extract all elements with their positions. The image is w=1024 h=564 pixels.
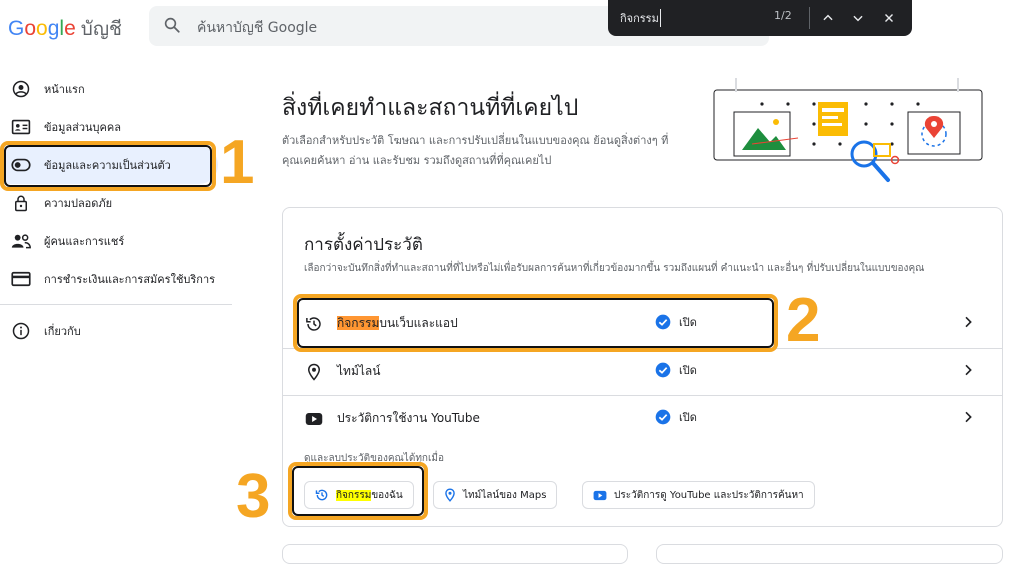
timeline-row[interactable]: ไทม์ไลน์ เปิด — [283, 348, 1002, 395]
find-next-button[interactable] — [848, 8, 868, 28]
sidebar-item-label: ความปลอดภัย — [44, 197, 113, 210]
check-circle-icon — [655, 409, 671, 425]
annotation-number-3: 3 — [236, 462, 271, 531]
status: เปิด — [655, 361, 697, 379]
google-account-logo[interactable]: Google บัญชี — [8, 14, 122, 44]
chevron-right-icon — [960, 409, 976, 429]
youtube-icon — [304, 409, 324, 429]
status: เปิด — [655, 408, 697, 426]
sidebar-divider — [0, 304, 232, 305]
search-placeholder: ค้นหาบัญชี Google — [197, 20, 318, 36]
sidebar-item-payments[interactable]: การชำระเงินและการสมัครใช้บริการ — [0, 260, 232, 298]
find-match-count: 1/2 — [774, 9, 792, 22]
chip-label-text: ประวัติการดู YouTube และประวัติการค้นหา — [614, 489, 804, 501]
account-circle-icon — [11, 79, 31, 99]
location-pin-icon — [445, 488, 455, 502]
row-label: ไทม์ไลน์ — [337, 362, 380, 381]
row-label-text: ไทม์ไลน์ — [337, 364, 381, 378]
next-cards-peek — [282, 544, 1003, 564]
youtube-history-chip[interactable]: ประวัติการดู YouTube และประวัติการค้นหา — [582, 481, 815, 509]
annotation-box-3-inner — [292, 466, 424, 516]
sidebar-item-label: ข้อมูลส่วนบุคคล — [44, 121, 121, 134]
sidebar-item-label: ผู้คนและการแชร์ — [44, 235, 125, 248]
row-label-text: ประวัติการใช้งาน YouTube — [337, 411, 480, 425]
credit-card-icon — [11, 269, 31, 289]
sidebar-item-people-sharing[interactable]: ผู้คนและการแชร์ — [0, 222, 232, 260]
logo-letter: o — [36, 17, 48, 40]
sidebar-item-about[interactable]: เกี่ยวกับ — [0, 312, 232, 350]
chip-label: ประวัติการดู YouTube และประวัติการค้นหา — [614, 488, 804, 503]
row-label: ประวัติการใช้งาน YouTube — [337, 409, 480, 428]
page-title: สิ่งที่เคยทำและสถานที่ที่เคยไป — [282, 95, 579, 121]
chevron-right-icon — [960, 314, 976, 334]
youtube-icon — [593, 490, 607, 500]
location-pin-icon — [304, 362, 324, 382]
info-icon — [11, 321, 31, 341]
search-icon — [163, 16, 181, 38]
sidebar-item-label: การชำระเงินและการสมัครใช้บริการ — [44, 273, 216, 286]
annotation-number-2: 2 — [786, 286, 821, 355]
sidebar-item-label: เกี่ยวกับ — [44, 325, 81, 338]
check-circle-icon — [655, 362, 671, 378]
chevron-up-icon — [823, 14, 833, 21]
sidebar-item-label: หน้าแรก — [44, 83, 85, 96]
maps-timeline-chip[interactable]: ไทม์ไลน์ของ Maps — [433, 481, 558, 509]
annotation-box-2-inner — [297, 298, 774, 348]
next-card — [282, 544, 628, 564]
product-name: บัญชี — [80, 19, 122, 40]
next-card — [656, 544, 1003, 564]
chip-label-text: ไทม์ไลน์ของ Maps — [463, 489, 547, 501]
top-bar: Google บัญชี ค้นหาบัญชี Google กิจกรรม 1… — [0, 0, 1024, 56]
sidebar-nav: หน้าแรก ข้อมูลส่วนบุคคล ข้อมูลและความเป็… — [0, 70, 232, 350]
annotation-number-1: 1 — [220, 128, 255, 197]
youtube-history-row[interactable]: ประวัติการใช้งาน YouTube เปิด — [283, 395, 1002, 442]
id-card-icon — [11, 117, 31, 137]
chevron-right-icon — [960, 362, 976, 382]
page-description: ตัวเลือกสำหรับประวัติ โฆษณา และการปรับเป… — [282, 134, 669, 167]
status-text: เปิด — [679, 364, 697, 377]
card-description: เลือกว่าจะบันทึกสิ่งที่ทำและสถานที่ที่ไป… — [304, 263, 925, 274]
find-close-button[interactable] — [879, 8, 899, 28]
status-text: เปิด — [679, 411, 697, 424]
annotation-box-1-inner — [4, 145, 212, 187]
history-illustration — [712, 78, 984, 186]
logo-letter: g — [47, 17, 60, 40]
chevron-down-icon — [853, 15, 863, 22]
sidebar-item-home[interactable]: หน้าแรก — [0, 70, 232, 108]
logo-letter: o — [24, 17, 37, 40]
logo-letter: G — [8, 17, 25, 40]
find-divider — [809, 7, 810, 29]
logo-letter: e — [64, 17, 76, 40]
find-in-page-bar: กิจกรรม 1/2 — [608, 0, 912, 36]
people-icon — [11, 231, 31, 251]
close-icon — [885, 14, 893, 22]
logo-wordmark: Google — [8, 17, 76, 41]
lock-icon — [11, 193, 31, 213]
chip-label: ไทม์ไลน์ของ Maps — [463, 488, 546, 503]
find-previous-button[interactable] — [818, 8, 838, 28]
card-title: การตั้งค่าประวัติ — [304, 235, 423, 255]
find-query-input[interactable]: กิจกรรม — [620, 9, 661, 27]
